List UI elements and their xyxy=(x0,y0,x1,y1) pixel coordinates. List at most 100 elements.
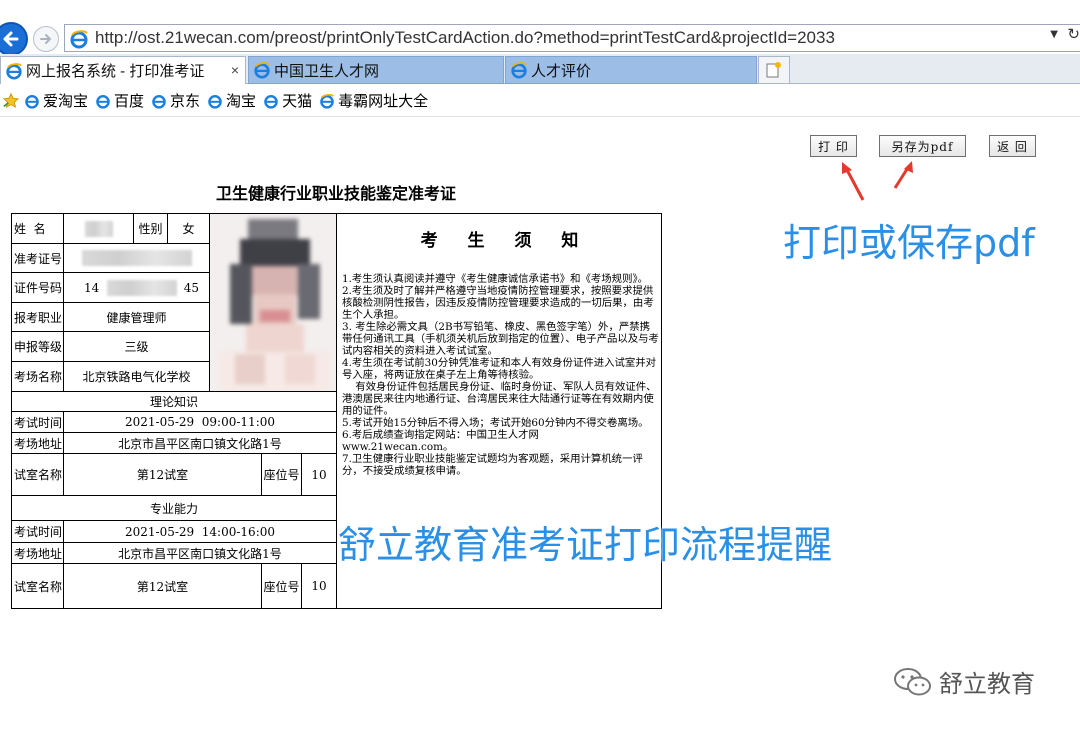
wechat-icon xyxy=(894,667,931,695)
browser-window: http://ost.21wecan.com/preost/printOnlyT… xyxy=(0,0,1080,732)
reminder-annotation: 舒立教育准考证打印流程提醒 xyxy=(338,523,833,567)
notice-item: 1.考生须认真阅读并遵守《考生健康诚信承诺书》和《考场规则》。 xyxy=(342,273,649,285)
notice-item: 4.考生须在考试前30分钟凭准考证和本人有效身份证件进入试室并对号入座，将两证放… xyxy=(342,357,657,381)
favorite-item[interactable]: 淘宝 xyxy=(207,90,256,111)
value-theory-seat: 10 xyxy=(302,454,337,496)
label-name: 姓 名 xyxy=(12,214,64,244)
page-icon xyxy=(264,94,278,109)
watermark-text: 舒立教育 xyxy=(939,670,1035,698)
ticket-title: 卫生健康行业职业技能鉴定准考证 xyxy=(215,184,456,203)
value-site: 北京铁路电气化学校 xyxy=(64,362,210,392)
id-prefix: 14 xyxy=(84,280,100,295)
value-id-no: 14 45 xyxy=(64,273,210,303)
notice-item: 有效身份证件包括居民身份证、临时身份证、军队人员有效证件、港澳居民来往内地通行证… xyxy=(342,381,657,417)
wechat-watermark: 舒立教育 xyxy=(893,664,1035,699)
value-skill-room: 第12试室 xyxy=(64,564,262,608)
favorite-item[interactable]: 毒霸网址大全 xyxy=(319,90,428,111)
favorite-label: 淘宝 xyxy=(226,93,257,110)
page-icon xyxy=(96,94,110,109)
label-level: 申报等级 xyxy=(12,332,64,362)
value-theory-address: 北京市昌平区南口镇文化路1号 xyxy=(64,433,337,454)
tab-close-icon[interactable]: × xyxy=(231,62,239,78)
value-name xyxy=(64,214,134,244)
tab-label: 人才评价 xyxy=(531,62,592,80)
favorite-item[interactable]: 爱淘宝 xyxy=(24,90,88,111)
new-tab-button[interactable] xyxy=(758,56,790,84)
favorite-label: 百度 xyxy=(114,93,145,110)
address-bar: http://ost.21wecan.com/preost/printOnlyT… xyxy=(0,20,1080,56)
label-theory-time: 考试时间 xyxy=(12,412,64,433)
section-skill: 专业能力 xyxy=(12,496,337,521)
label-job: 报考职业 xyxy=(12,303,64,332)
arrow-left-icon xyxy=(3,31,19,47)
candidate-photo xyxy=(210,214,337,392)
section-theory: 理论知识 xyxy=(12,392,337,412)
page-icon xyxy=(208,94,222,109)
notice-item: 7.卫生健康行业职业技能鉴定试题均为客观题，采用计算机统一评分，不接受成绩复核申… xyxy=(342,453,643,477)
notice-title: 考 生 须 知 xyxy=(420,231,591,251)
save-pdf-button[interactable]: 另存为pdf xyxy=(879,135,966,157)
favorite-label: 爱淘宝 xyxy=(43,93,89,110)
red-arrows-icon xyxy=(842,161,913,201)
tab-label: 中国卫生人才网 xyxy=(274,62,380,80)
favorite-item[interactable]: 百度 xyxy=(95,90,144,111)
ie-icon xyxy=(320,93,335,109)
refresh-icon[interactable]: ↻ xyxy=(1067,25,1080,43)
value-exam-no xyxy=(64,244,210,273)
url-input[interactable]: http://ost.21wecan.com/preost/printOnlyT… xyxy=(64,24,1080,52)
tab-wecan[interactable]: 中国卫生人才网 xyxy=(248,56,504,84)
label-site: 考场名称 xyxy=(12,362,64,392)
notice-item: 3. 考生除必需文具（2B书写铅笔、橡皮、黑色签字笔）外，严禁携带任何通讯工具（… xyxy=(342,321,659,357)
new-tab-icon xyxy=(766,62,781,78)
star-icon[interactable] xyxy=(2,92,20,110)
notice-item: 2.考生须及时了解并严格遵守当地疫情防控管理要求，按照要求提供核酸检测阴性报告，… xyxy=(342,285,654,321)
value-job: 健康管理师 xyxy=(64,303,210,332)
label-theory-address: 考场地址 xyxy=(12,433,64,454)
label-skill-address: 考场地址 xyxy=(12,543,64,564)
label-gender: 性别 xyxy=(134,214,168,244)
pixelated-photo-icon xyxy=(210,214,336,391)
tab-talent-evaluation[interactable]: 人才评价 xyxy=(505,56,757,84)
tab-print-ticket[interactable]: 网上报名系统 - 打印准考证 × xyxy=(0,56,246,84)
label-exam-no: 准考证号 xyxy=(12,244,64,273)
favorite-item[interactable]: 京东 xyxy=(151,90,200,111)
id-suffix: 45 xyxy=(183,280,199,295)
value-gender: 女 xyxy=(168,214,210,244)
notice-item: 5.考试开始15分钟后不得入场；考试开始60分钟内不得交卷离场。 xyxy=(342,417,649,429)
notice-item: www.21wecan.com。 xyxy=(342,441,454,453)
tab-bar: 网上报名系统 - 打印准考证 × 中国卫生人才网 人才评价 xyxy=(0,54,1080,84)
value-level: 三级 xyxy=(64,332,210,362)
page-icon xyxy=(152,94,166,109)
print-button[interactable]: 打 印 xyxy=(810,135,857,157)
favorite-label: 毒霸网址大全 xyxy=(338,93,429,110)
arrow-right-icon xyxy=(40,34,52,44)
label-skill-room: 试室名称 xyxy=(12,564,64,608)
label-theory-room: 试室名称 xyxy=(12,454,64,496)
ie-icon xyxy=(254,62,270,79)
favorites-bar: 爱淘宝 百度 京东 淘宝 天猫 毒霸网址大全 xyxy=(0,85,1080,117)
print-hint-annotation: 打印或保存pdf xyxy=(783,221,1035,265)
page-icon xyxy=(25,94,39,109)
label-theory-seat: 座位号 xyxy=(262,454,302,496)
label-id-no: 证件号码 xyxy=(12,273,64,303)
value-skill-address: 北京市昌平区南口镇文化路1号 xyxy=(64,543,337,564)
tab-label: 网上报名系统 - 打印准考证 xyxy=(26,63,205,80)
favorite-label: 天猫 xyxy=(282,93,313,110)
back-page-button[interactable]: 返 回 xyxy=(989,135,1036,157)
value-theory-room: 第12试室 xyxy=(64,454,262,496)
label-skill-seat: 座位号 xyxy=(262,564,302,608)
value-theory-time: 2021-05-29 09:00-11:00 xyxy=(64,412,337,433)
ie-icon xyxy=(511,62,527,79)
favorite-item[interactable]: 天猫 xyxy=(263,90,312,111)
favorite-label: 京东 xyxy=(170,93,201,110)
url-text: http://ost.21wecan.com/preost/printOnlyT… xyxy=(95,28,835,47)
back-button[interactable] xyxy=(0,22,28,56)
notice-item: 6.考后成绩查询指定网站：中国卫生人才网 xyxy=(342,429,539,441)
label-skill-time: 考试时间 xyxy=(12,521,64,543)
ie-icon xyxy=(6,62,22,80)
url-dropdown-icon[interactable]: ▼ xyxy=(1050,29,1058,40)
value-skill-time: 2021-05-29 14:00-16:00 xyxy=(64,521,337,543)
forward-button[interactable] xyxy=(33,26,59,52)
ie-icon xyxy=(70,30,88,49)
value-skill-seat: 10 xyxy=(302,564,337,608)
